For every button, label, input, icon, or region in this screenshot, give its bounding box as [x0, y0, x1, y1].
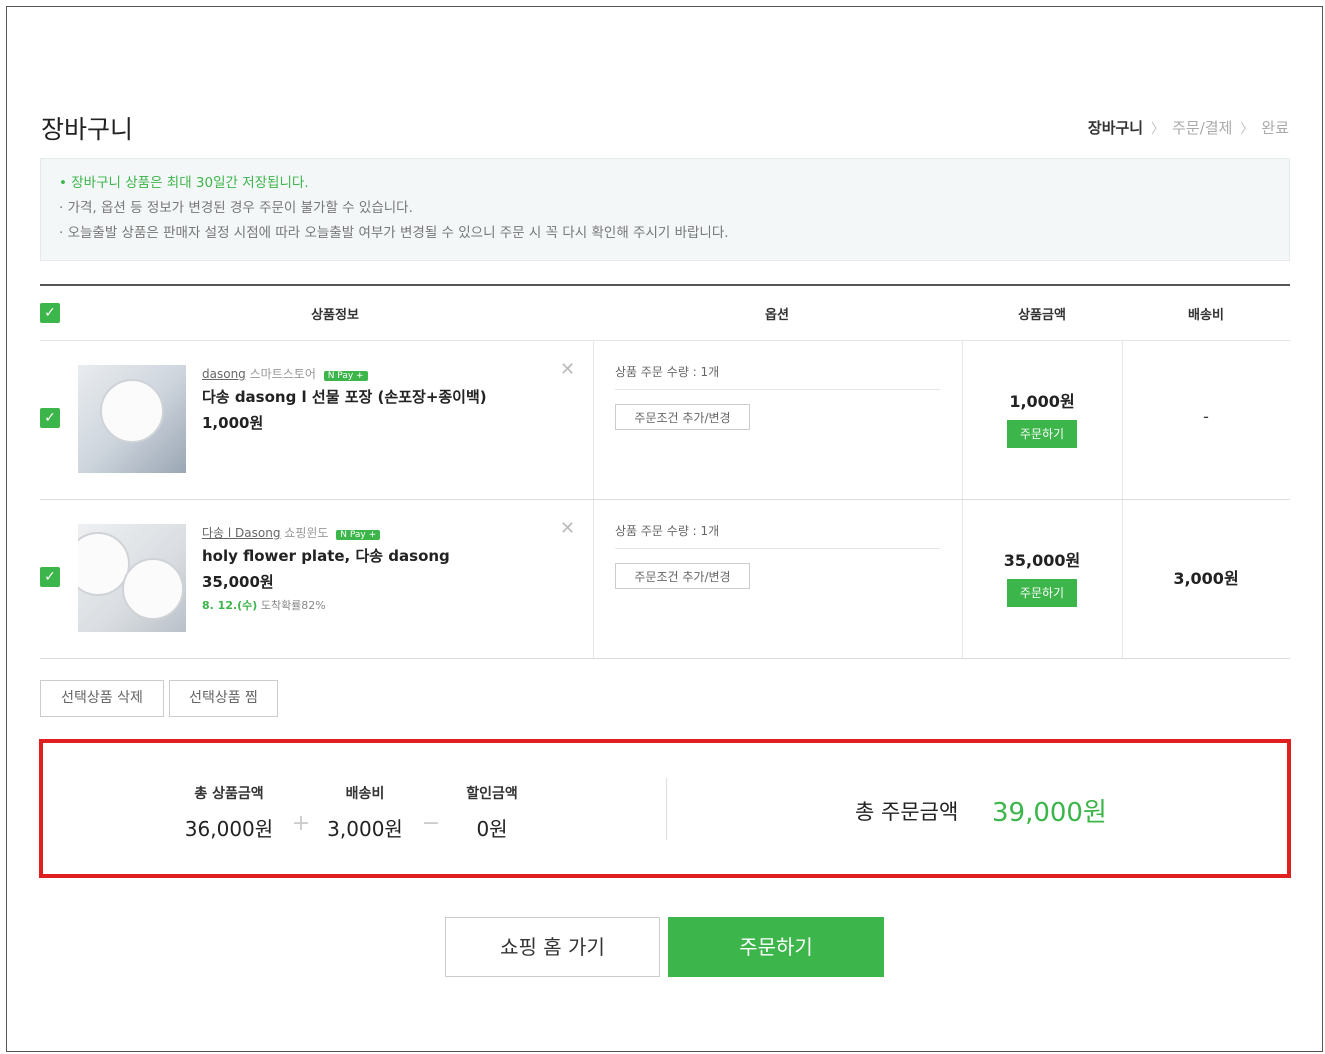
product-total-label: 총 상품금액 [194, 786, 264, 802]
option-quantity: 상품 주문 수량 : 1개 [615, 524, 720, 538]
item-checkbox[interactable]: ✓ [40, 567, 60, 587]
cart-row: ✓ dasong 스마트스토어 N Pay + 다송 dasong l 선물 포… [40, 341, 1290, 500]
order-summary: 총 상품금액 36,000원 + 배송비 3,000원 − 할인금액 0원 총 … [39, 739, 1291, 878]
header-amount: 상품금액 [1018, 308, 1066, 323]
item-order-button[interactable]: 주문하기 [1007, 420, 1077, 448]
wish-selected-button[interactable]: 선택상품 찜 [169, 680, 278, 717]
header-product-info: 상품정보 [311, 308, 359, 323]
option-divider [615, 548, 940, 549]
breadcrumb-separator: 〉 [1240, 122, 1254, 137]
npay-badge: N Pay + [336, 530, 381, 540]
order-total-value: 39,000원 [992, 798, 1107, 828]
product-total-value: 36,000원 [184, 817, 274, 841]
select-all-checkbox[interactable]: ✓ [40, 303, 60, 323]
breadcrumb-separator: 〉 [1151, 122, 1165, 137]
seller-info: 다송 l Dasong 쇼핑윈도 N Pay + [202, 524, 381, 541]
seller-type: 스마트스토어 [249, 367, 316, 381]
order-button[interactable]: 주문하기 [668, 917, 884, 977]
change-option-button[interactable]: 주문조건 추가/변경 [615, 563, 750, 589]
product-name[interactable]: holy flower plate, 다송 dasong [202, 545, 450, 566]
seller-type: 쇼핑윈도 [284, 526, 329, 540]
column-divider [962, 341, 963, 499]
delete-selected-button[interactable]: 선택상품 삭제 [40, 680, 164, 717]
change-option-button[interactable]: 주문조건 추가/변경 [615, 404, 750, 430]
order-total-label: 총 주문금액 [855, 800, 959, 824]
item-order-button[interactable]: 주문하기 [1007, 579, 1077, 607]
discount-label: 할인금액 [466, 786, 518, 802]
breadcrumb-checkout: 주문/결제 [1172, 119, 1233, 137]
option-quantity: 상품 주문 수량 : 1개 [615, 365, 720, 379]
delivery-estimate: 8. 12.(수) 도착확률82% [202, 597, 326, 613]
npay-badge: N Pay + [323, 371, 368, 381]
notice-line: · 오늘출발 상품은 판매자 설정 시점에 따라 오늘출발 여부가 변경될 수 … [59, 225, 729, 241]
column-divider [593, 500, 594, 658]
seller-link[interactable]: 다송 l Dasong [202, 526, 280, 540]
product-name[interactable]: 다송 dasong l 선물 포장 (손포장+종이백) [202, 386, 487, 407]
cart-row: ✓ 다송 l Dasong 쇼핑윈도 N Pay + holy flower p… [40, 500, 1290, 659]
go-shopping-home-button[interactable]: 쇼핑 홈 가기 [445, 917, 660, 977]
item-checkbox[interactable]: ✓ [40, 408, 60, 428]
column-divider [593, 341, 594, 499]
header-option: 옵션 [765, 308, 789, 323]
column-divider [962, 500, 963, 658]
seller-link[interactable]: dasong [202, 367, 246, 381]
breadcrumb-cart: 장바구니 [1087, 119, 1144, 137]
product-price: 35,000원 [202, 573, 274, 591]
header-shipping: 배송비 [1188, 308, 1224, 323]
delivery-date: 8. 12.(수) [202, 599, 258, 612]
discount-value: 0원 [476, 817, 508, 841]
close-icon[interactable]: ✕ [560, 518, 575, 539]
product-price: 1,000원 [202, 414, 264, 432]
shipping-total-value: 3,000원 [327, 817, 403, 841]
product-thumbnail[interactable] [78, 524, 186, 632]
page-title: 장바구니 [41, 115, 134, 144]
item-shipping: 3,000원 [1173, 569, 1239, 588]
plus-icon: + [291, 811, 311, 836]
item-amount: 35,000원 [1003, 551, 1081, 570]
notice-box: • 장바구니 상품은 최대 30일간 저장됩니다. · 가격, 옵션 등 정보가… [40, 158, 1290, 261]
shipping-total-label: 배송비 [345, 786, 385, 802]
product-thumbnail[interactable] [78, 365, 186, 473]
delivery-rate: 도착확률82% [257, 599, 326, 612]
close-icon[interactable]: ✕ [560, 359, 575, 380]
option-divider [615, 389, 940, 390]
summary-divider [666, 778, 667, 840]
table-header: ✓ 상품정보 옵션 상품금액 배송비 [40, 286, 1290, 341]
breadcrumb-complete: 완료 [1261, 119, 1289, 137]
notice-line: • 장바구니 상품은 최대 30일간 저장됩니다. [59, 175, 309, 191]
breadcrumb: 장바구니 〉 주문/결제 〉 완료 [1088, 117, 1289, 138]
notice-line: · 가격, 옵션 등 정보가 변경된 경우 주문이 불가할 수 있습니다. [59, 200, 413, 216]
seller-info: dasong 스마트스토어 N Pay + [202, 365, 368, 382]
item-amount: 1,000원 [1009, 392, 1075, 411]
minus-icon: − [421, 811, 441, 836]
item-shipping: - [1203, 407, 1209, 426]
